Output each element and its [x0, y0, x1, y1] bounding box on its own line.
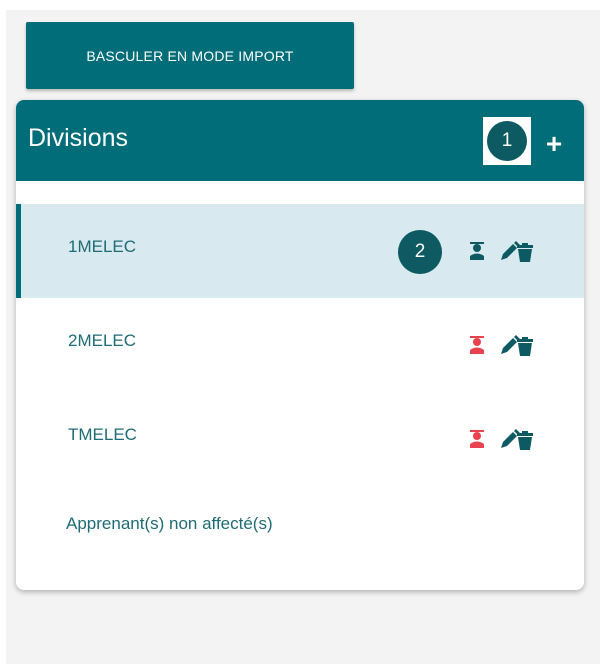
step-badge-2: 2: [398, 230, 442, 274]
division-row-2melec[interactable]: 2MELEC: [16, 298, 584, 392]
pencil-trash-icon[interactable]: [500, 334, 534, 356]
unassigned-learners-link[interactable]: Apprenant(s) non affecté(s): [66, 514, 273, 534]
panel-title: Divisions: [28, 124, 129, 152]
division-label: 1MELEC: [68, 237, 137, 256]
add-division-button[interactable]: +: [540, 128, 568, 160]
divisions-panel: Divisions 1 + 1MELEC 2 2MELEC TMELEC App…: [16, 100, 584, 590]
division-row-tmelec[interactable]: TMELEC: [16, 392, 584, 486]
user-icon[interactable]: [469, 430, 485, 448]
pencil-trash-icon[interactable]: [500, 428, 534, 450]
panel-header: Divisions 1 +: [16, 100, 584, 181]
step-badge-1-frame: 1: [483, 117, 531, 165]
user-icon[interactable]: [469, 336, 485, 354]
division-row-1melec[interactable]: 1MELEC 2: [16, 204, 584, 298]
user-icon[interactable]: [469, 242, 485, 260]
pencil-trash-icon[interactable]: [500, 240, 534, 262]
division-label: TMELEC: [68, 425, 137, 444]
plus-icon: +: [545, 128, 563, 159]
step-badge-1: 1: [487, 121, 527, 161]
import-mode-button[interactable]: BASCULER EN MODE IMPORT: [26, 22, 354, 89]
division-label: 2MELEC: [68, 331, 137, 350]
